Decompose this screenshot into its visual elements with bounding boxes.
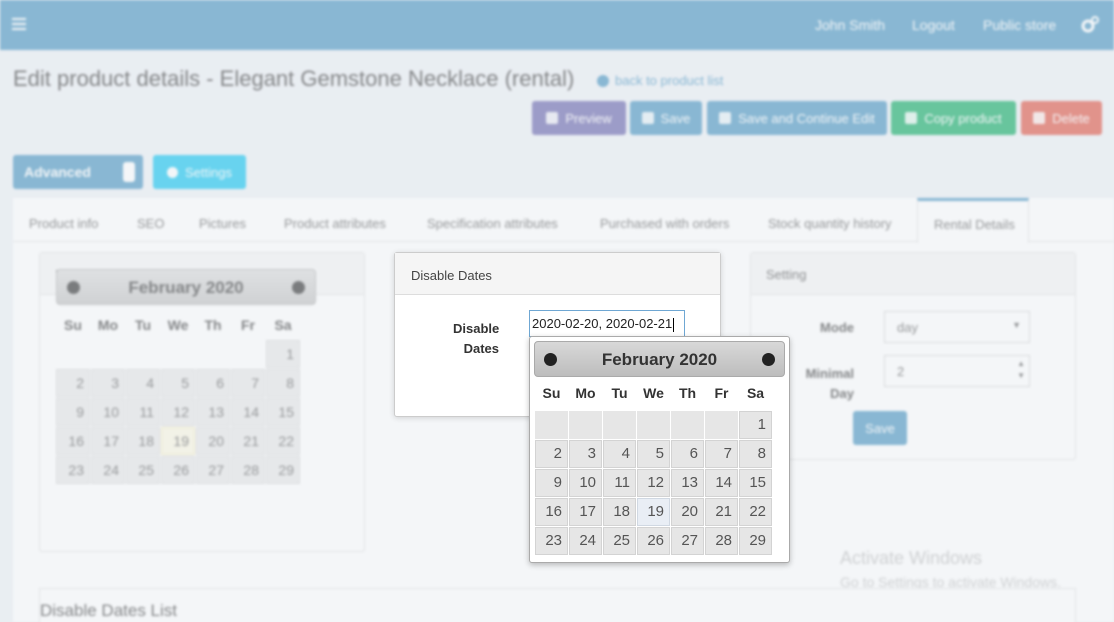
calendar-day[interactable]: 22 [739, 498, 772, 526]
calendar-day[interactable]: 11 [603, 469, 636, 497]
calendar-day[interactable]: 9 [535, 469, 568, 497]
weekday-header: Th [678, 385, 697, 401]
weekday-header: Fr [714, 385, 729, 401]
calendar-day[interactable]: 3 [569, 440, 602, 468]
calendar-day[interactable]: 8 [739, 440, 772, 468]
weekday-header: Tu [611, 385, 628, 401]
calendar-day[interactable]: 13 [671, 469, 704, 497]
weekday-header: Sa [746, 385, 765, 401]
calendar-day[interactable]: 21 [705, 498, 738, 526]
calendar-day[interactable]: 2 [535, 440, 568, 468]
calendar-day[interactable]: 1 [739, 411, 772, 439]
calendar-day[interactable]: 27 [671, 527, 704, 555]
calendar-day[interactable]: 16 [535, 498, 568, 526]
prev-month-icon[interactable] [544, 353, 557, 366]
disable-dates-value: 2020-02-20, 2020-02-21 [532, 316, 673, 331]
calendar-empty-cell [603, 411, 636, 439]
calendar-day[interactable]: 4 [603, 440, 636, 468]
next-month-icon[interactable] [762, 353, 775, 366]
datepicker-header: February 2020 [534, 341, 785, 377]
calendar-empty-cell [705, 411, 738, 439]
calendar-day[interactable]: 20 [671, 498, 704, 526]
weekday-header: Mo [575, 385, 596, 401]
weekday-header: We [643, 385, 664, 401]
datepicker-month: February 2020 [601, 350, 718, 369]
calendar-day[interactable]: 7 [705, 440, 738, 468]
calendar-day[interactable]: 23 [535, 527, 568, 555]
calendar-day[interactable]: 25 [603, 527, 636, 555]
calendar-day[interactable]: 14 [705, 469, 738, 497]
disable-label-line2: Dates [463, 341, 499, 356]
weekday-header: Su [542, 385, 561, 401]
calendar-empty-cell [535, 411, 568, 439]
disable-dates-input[interactable]: 2020-02-20, 2020-02-21 [529, 310, 685, 337]
calendar-day[interactable]: 24 [569, 527, 602, 555]
disable-dates-panel-title: Disable Dates [395, 253, 720, 295]
calendar-day[interactable]: 18 [603, 498, 636, 526]
calendar-day[interactable]: 17 [569, 498, 602, 526]
datepicker-grid: Su Mo Tu We Th Fr Sa 1 2 3 4 5 6 7 8 9 10 11 12 13 14 15 16 17 1… [535, 377, 785, 555]
calendar-day[interactable]: 29 [739, 527, 772, 555]
calendar-empty-cell [569, 411, 602, 439]
calendar-empty-cell [671, 411, 704, 439]
calendar-day[interactable]: 5 [637, 440, 670, 468]
calendar-day[interactable]: 6 [671, 440, 704, 468]
text-cursor [673, 317, 675, 332]
calendar-day[interactable]: 10 [569, 469, 602, 497]
calendar-day[interactable]: 19 [637, 498, 670, 526]
calendar-day[interactable]: 26 [637, 527, 670, 555]
calendar-empty-cell [637, 411, 670, 439]
calendar-day[interactable]: 28 [705, 527, 738, 555]
calendar-day[interactable]: 12 [637, 469, 670, 497]
calendar-day[interactable]: 15 [739, 469, 772, 497]
disable-dates-label: Disable Dates [453, 319, 499, 359]
disable-label-line1: Disable [453, 321, 500, 336]
datepicker-popup: February 2020 Su Mo Tu We Th Fr Sa 1 2 3 4 5 6 7 8 9 10 1… [529, 336, 790, 563]
